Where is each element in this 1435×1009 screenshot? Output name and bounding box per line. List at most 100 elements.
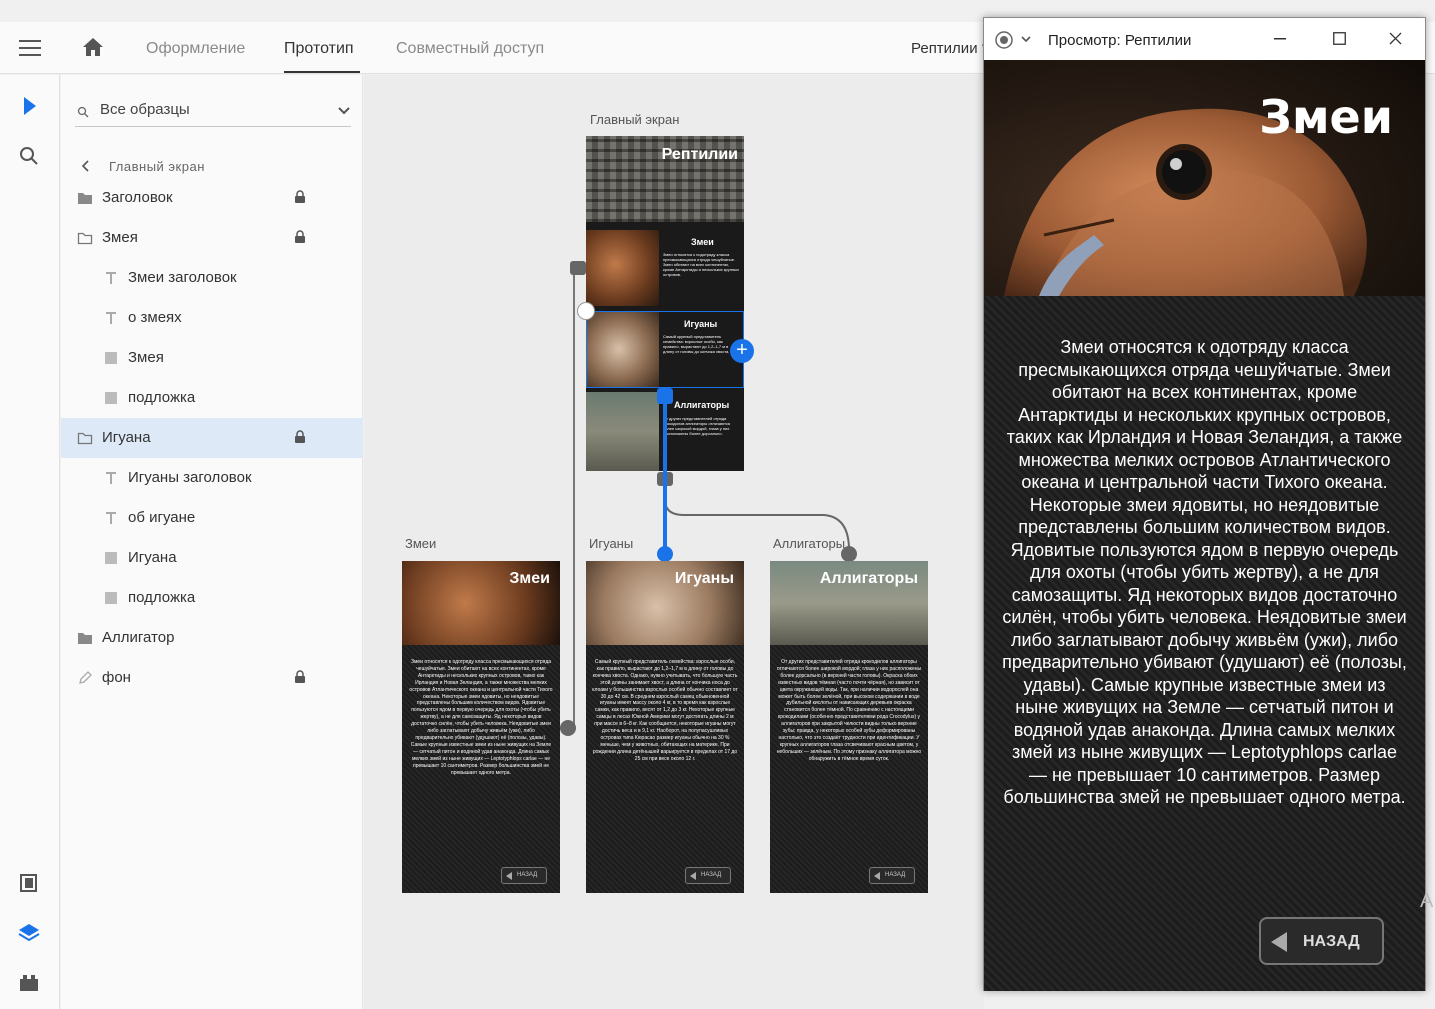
- lock-icon[interactable]: [294, 670, 306, 684]
- text-icon: [106, 512, 116, 524]
- preview-heading: Змеи: [1259, 90, 1393, 144]
- chevron-down-icon[interactable]: [1020, 34, 1032, 44]
- layer-row[interactable]: подложка: [61, 578, 363, 618]
- preview-window: Просмотр: Рептилии Змеи Змеи относятся к…: [983, 17, 1426, 991]
- folder-outline-icon: [77, 232, 93, 245]
- layers-panel: Все образцы Главный экран Заголовок Змея З…: [61, 75, 363, 1009]
- record-icon[interactable]: [994, 30, 1014, 50]
- section-title-snakes: Змеи: [691, 237, 714, 247]
- layer-row[interactable]: Змея: [61, 218, 363, 258]
- back-button[interactable]: НАЗАД: [869, 867, 915, 884]
- text-icon: [106, 472, 116, 484]
- canvas[interactable]: Главный экран Рептилии Змеи Змеи относят…: [364, 75, 984, 1009]
- artboard-label[interactable]: Змеи: [405, 536, 436, 551]
- back-arrow-icon: [690, 872, 696, 880]
- back-arrow-icon: [874, 872, 880, 880]
- chevron-down-icon[interactable]: [337, 104, 351, 118]
- back-button-label: НАЗАД: [701, 872, 722, 878]
- layer-row[interactable]: Игуана: [61, 418, 363, 458]
- filter-label: Все образцы: [100, 101, 190, 118]
- search-icon[interactable]: [16, 143, 42, 169]
- artboard-label[interactable]: Аллигаторы: [773, 536, 845, 551]
- back-button[interactable]: НАЗАД: [501, 867, 547, 884]
- artboard-filter-dropdown[interactable]: Все образцы: [75, 97, 351, 127]
- layer-label: Змея: [128, 349, 164, 366]
- layer-row[interactable]: фон: [61, 658, 363, 698]
- lock-icon[interactable]: [294, 230, 306, 244]
- add-interaction-plus-icon[interactable]: +: [730, 339, 754, 363]
- layer-row[interactable]: об игуане: [61, 498, 363, 538]
- lock-icon[interactable]: [294, 430, 306, 444]
- folder-filled-icon: [78, 193, 92, 204]
- maximize-icon[interactable]: [1333, 32, 1346, 45]
- artboard-title: Змеи: [509, 570, 550, 587]
- plugins-icon[interactable]: [16, 970, 42, 996]
- artboard-body-text: Самый крупный представитель семейства: в…: [592, 659, 738, 762]
- menu-icon[interactable]: [19, 40, 41, 56]
- close-icon[interactable]: [1389, 32, 1402, 45]
- layer-label: об игуане: [128, 509, 196, 526]
- artboard[interactable]: Аллигаторы От других представителей отряд…: [770, 561, 928, 893]
- back-arrow-icon: [1271, 932, 1287, 952]
- artboard-label-main[interactable]: Главный экран: [590, 112, 679, 127]
- layer-row[interactable]: о змеях: [61, 298, 363, 338]
- layer-label: фон: [102, 669, 131, 686]
- back-button-label: НАЗАД: [1303, 933, 1360, 950]
- assets-icon[interactable]: [16, 870, 42, 896]
- edge-text: A: [1420, 890, 1434, 912]
- layer-row[interactable]: Игуаны заголовок: [61, 458, 363, 498]
- lock-icon[interactable]: [577, 302, 595, 320]
- main-title: Рептилии: [661, 146, 738, 163]
- layer-label: подложка: [128, 589, 196, 606]
- section-text-snakes: Змеи относятся к подотряду класса пресмы…: [663, 252, 739, 277]
- layer-row[interactable]: Змеи заголовок: [61, 258, 363, 298]
- tab-prototype[interactable]: Прототип: [284, 40, 354, 58]
- artboard[interactable]: Игуаны Самый крупный представитель семейс…: [586, 561, 744, 893]
- tab-share[interactable]: Совместный доступ: [396, 40, 544, 58]
- layer-label: подложка: [128, 389, 196, 406]
- select-arrow-icon[interactable]: [16, 93, 42, 119]
- main-artboard[interactable]: Рептилии Змеи Змеи относятся к подотряду…: [586, 136, 744, 471]
- back-button-label: НАЗАД: [517, 872, 538, 878]
- lock-icon[interactable]: [294, 190, 306, 204]
- preview-title: Просмотр: Рептилии: [1048, 32, 1192, 49]
- back-button[interactable]: НАЗАД: [1259, 917, 1384, 965]
- document-title[interactable]: Рептилии *: [911, 40, 988, 57]
- layers-icon[interactable]: [16, 920, 42, 946]
- rectangle-icon: [105, 552, 117, 564]
- back-button[interactable]: НАЗАД: [685, 867, 731, 884]
- layer-label: Змея: [102, 229, 138, 246]
- layer-label: о змеях: [128, 309, 182, 326]
- layer-row[interactable]: Змея: [61, 338, 363, 378]
- text-icon: [106, 312, 116, 324]
- artboard[interactable]: Змеи Змеи относятся к одотряду класса пре…: [402, 561, 560, 893]
- snake-thumb-image: [586, 230, 659, 306]
- artboard-label[interactable]: Игуаны: [589, 536, 633, 551]
- section-text-alligators: От других представителей отряда крокодил…: [663, 416, 731, 436]
- layer-row[interactable]: подложка: [61, 378, 363, 418]
- layer-row[interactable]: Заголовок: [61, 178, 363, 218]
- layer-label: Змеи заголовок: [128, 269, 237, 286]
- layer-label: Игуана: [102, 429, 151, 446]
- text-icon: [106, 272, 116, 284]
- preview-body-text: Змеи относятся к одотряду класса пресмык…: [1002, 337, 1407, 807]
- back-arrow-icon: [506, 872, 512, 880]
- snake-hero-image: Змеи: [984, 60, 1425, 296]
- layer-row[interactable]: Аллигатор: [61, 618, 363, 658]
- preview-body: Змеи относятся к одотряду класса пресмык…: [984, 296, 1425, 991]
- search-icon: [77, 106, 89, 118]
- pen-icon: [79, 671, 92, 684]
- artboard-title: Игуаны: [674, 570, 734, 587]
- minimize-icon[interactable]: [1274, 38, 1286, 40]
- layer-label: Заголовок: [102, 189, 173, 206]
- selection-box[interactable]: [586, 311, 744, 388]
- home-icon[interactable]: [81, 36, 105, 58]
- chevron-left-icon[interactable]: [81, 159, 91, 173]
- tool-rail: [0, 75, 60, 1009]
- section-title-alligators: Аллигаторы: [674, 400, 730, 410]
- back-button-label: НАЗАД: [885, 872, 906, 878]
- layer-row[interactable]: Игуана: [61, 538, 363, 578]
- artboard-body-text: От других представителей отряда крокодил…: [776, 659, 922, 762]
- artboard-body-text: Змеи относятся к одотряду класса пресмык…: [409, 659, 553, 776]
- tab-design[interactable]: Оформление: [146, 40, 245, 58]
